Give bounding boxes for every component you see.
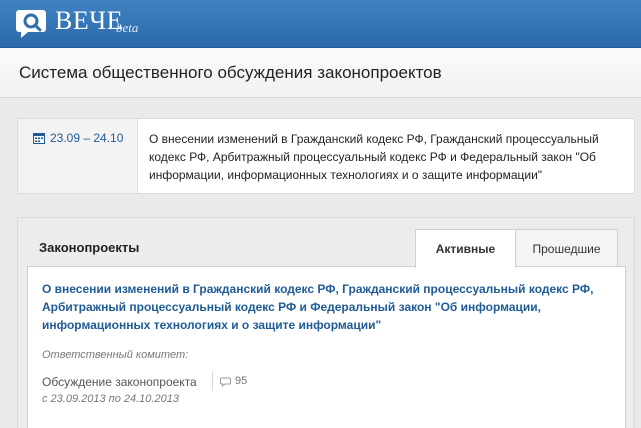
event-date-range: 23.09 – 24.10 bbox=[50, 131, 124, 145]
calendar-icon bbox=[33, 133, 45, 144]
logo-icon[interactable] bbox=[14, 6, 48, 40]
page-title: Система общественного обсуждения законоп… bbox=[19, 63, 442, 82]
comment-count[interactable]: 95 bbox=[235, 375, 247, 387]
committee-label: Ответственный комитет: bbox=[42, 349, 189, 361]
comment-icon[interactable] bbox=[220, 377, 231, 387]
laws-list: О внесении изменений в Гражданский кодек… bbox=[27, 266, 626, 428]
brand-beta-tag: beta bbox=[116, 20, 139, 35]
discussion-period: с 23.09.2013 по 24.10.2013 bbox=[42, 393, 179, 405]
tab-past[interactable]: Прошедшие bbox=[515, 229, 618, 267]
laws-panel: Законопроекты Активные Прошедшие О внесе… bbox=[17, 217, 635, 428]
laws-panel-title: Законопроекты bbox=[39, 240, 140, 255]
event-title-link[interactable]: О внесении изменений в Гражданский кодек… bbox=[149, 130, 627, 184]
top-bar: ВЕЧЕ beta bbox=[0, 0, 641, 48]
divider bbox=[212, 371, 213, 391]
event-date-cell: 23.09 – 24.10 bbox=[18, 119, 138, 193]
law-title-link[interactable]: О внесении изменений в Гражданский кодек… bbox=[42, 280, 607, 334]
discussion-status: Обсуждение законопроекта bbox=[42, 375, 197, 389]
tab-active[interactable]: Активные bbox=[415, 229, 516, 268]
title-band: Система общественного обсуждения законоп… bbox=[0, 48, 641, 98]
featured-event-card[interactable]: 23.09 – 24.10 О внесении изменений в Гра… bbox=[17, 118, 635, 194]
brand-name[interactable]: ВЕЧЕ bbox=[55, 6, 123, 36]
